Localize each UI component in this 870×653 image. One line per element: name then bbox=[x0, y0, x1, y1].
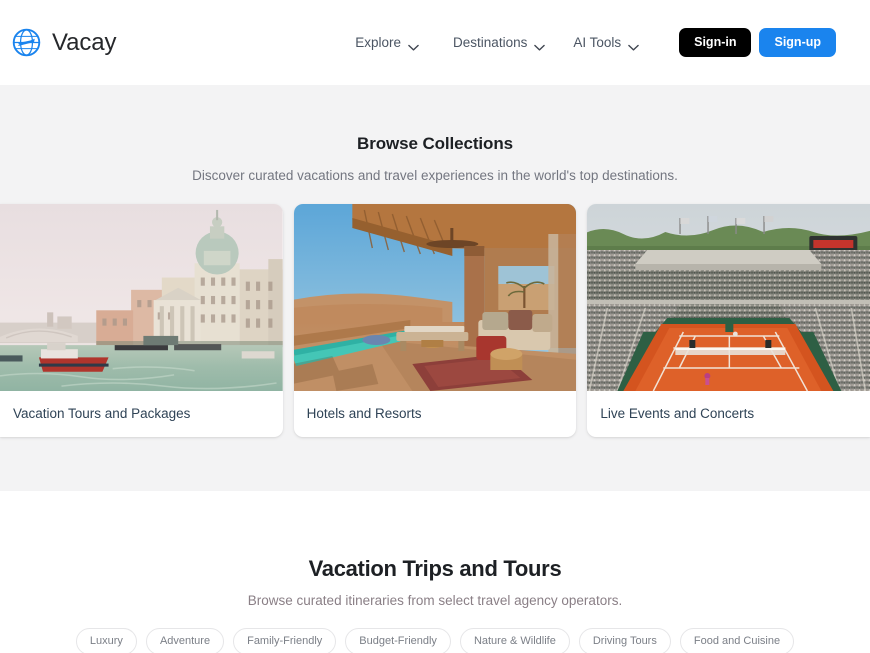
nav-item-label: Destinations bbox=[453, 35, 528, 50]
nav-item-label: Explore bbox=[355, 35, 402, 50]
trip-filter-pills: Luxury Adventure Family-Friendly Budget-… bbox=[0, 628, 870, 653]
filter-pill-budget-friendly[interactable]: Budget-Friendly bbox=[345, 628, 451, 653]
page-root: Vacay Explore Destinations AI Tools Sign… bbox=[0, 0, 870, 653]
brand-logo[interactable]: Vacay bbox=[10, 26, 117, 59]
venice-grand-canal-photo bbox=[0, 204, 283, 391]
chevron-down-icon bbox=[408, 39, 419, 51]
filter-pill-driving-tours[interactable]: Driving Tours bbox=[578, 628, 671, 653]
section-subtitle: Discover curated vacations and travel ex… bbox=[192, 168, 678, 183]
main-nav: Explore Destinations AI Tools Sign-in Si… bbox=[341, 27, 836, 58]
collection-cards: Vacation Tours and Packages Hotels and R… bbox=[0, 204, 870, 437]
trips-title: Vacation Trips and Tours bbox=[308, 556, 562, 581]
filter-pill-nature-wildlife[interactable]: Nature & Wildlife bbox=[459, 628, 570, 653]
filter-pill-luxury[interactable]: Luxury bbox=[75, 628, 137, 653]
desert-resort-pool-terrace-photo bbox=[293, 204, 577, 391]
card-label[interactable]: Live Events and Concerts bbox=[587, 391, 870, 437]
filter-pill-family-friendly[interactable]: Family-Friendly bbox=[233, 628, 337, 653]
filter-pill-adventure[interactable]: Adventure bbox=[145, 628, 225, 653]
nav-item-label: AI Tools bbox=[573, 35, 622, 50]
nav-item-destinations[interactable]: Destinations bbox=[439, 29, 559, 56]
trips-subtitle: Browse curated itineraries from select t… bbox=[247, 593, 623, 608]
nav-item-explore[interactable]: Explore bbox=[341, 29, 433, 56]
vacation-trips-section: Vacation Trips and Tours Browse curated … bbox=[0, 491, 870, 653]
collection-card[interactable]: Live Events and Concerts bbox=[587, 204, 870, 437]
browse-collections-section: Browse Collections Discover curated vaca… bbox=[0, 85, 870, 491]
card-label[interactable]: Hotels and Resorts bbox=[294, 391, 577, 437]
sign-in-button[interactable]: Sign-in bbox=[679, 27, 752, 58]
brand-name: Vacay bbox=[52, 28, 117, 56]
nav-item-ai-tools[interactable]: AI Tools bbox=[559, 29, 653, 56]
chevron-down-icon bbox=[628, 39, 639, 51]
site-header: Vacay Explore Destinations AI Tools Sign… bbox=[0, 0, 870, 85]
auth-buttons: Sign-in Sign-up bbox=[679, 27, 836, 58]
sign-up-button[interactable]: Sign-up bbox=[759, 27, 836, 58]
card-label[interactable]: Vacation Tours and Packages bbox=[0, 391, 283, 437]
clay-tennis-stadium-crowd-photo bbox=[587, 204, 870, 391]
collection-card[interactable]: Vacation Tours and Packages bbox=[0, 204, 283, 437]
section-title: Browse Collections bbox=[357, 134, 513, 153]
chevron-down-icon bbox=[534, 39, 546, 51]
collection-card[interactable]: Hotels and Resorts bbox=[293, 204, 577, 437]
globe-airplane-icon bbox=[10, 26, 43, 59]
filter-pill-food-and-cuisine[interactable]: Food and Cuisine bbox=[679, 628, 795, 653]
